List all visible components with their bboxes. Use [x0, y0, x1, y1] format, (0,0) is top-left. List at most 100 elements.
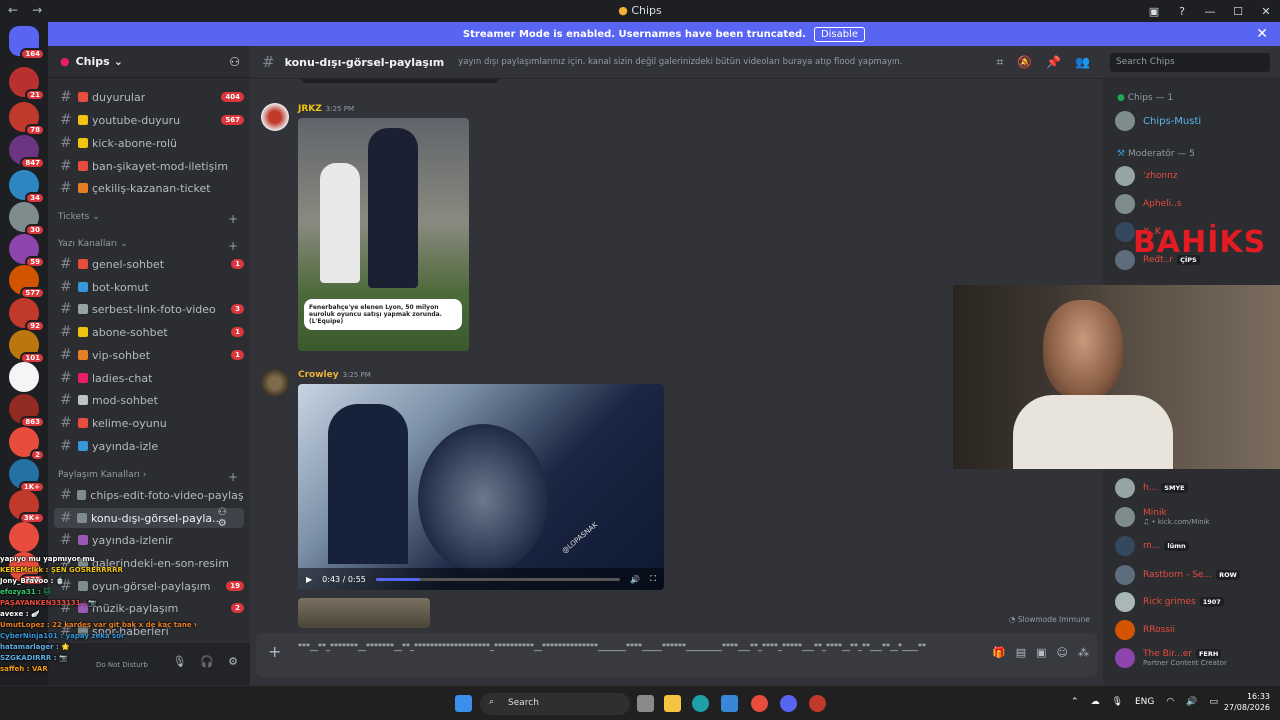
- server-icon[interactable]: 101: [9, 330, 45, 364]
- member-item[interactable]: 'zhonnz: [1115, 166, 1275, 186]
- chrome-icon[interactable]: [751, 695, 768, 712]
- apps-icon[interactable]: ⁂: [1078, 646, 1089, 659]
- channel-item[interactable]: # bot-komut: [54, 277, 244, 297]
- language-indicator[interactable]: ENG: [1135, 697, 1154, 707]
- member-item[interactable]: Rick grimes 1907: [1115, 592, 1275, 612]
- add-channel-icon[interactable]: +: [228, 470, 238, 484]
- member-item[interactable]: The Bir...er FERH Partner Content Creator: [1115, 648, 1275, 668]
- channel-item[interactable]: # yayında-izlenir: [54, 530, 244, 550]
- channel-item[interactable]: # yayında-izle: [54, 436, 244, 456]
- member-item[interactable]: h... SMYE: [1115, 478, 1275, 498]
- server-icon[interactable]: [9, 522, 39, 552]
- clock[interactable]: 16:33 27/08/2026: [1224, 691, 1270, 713]
- chevron-up-icon[interactable]: ⌃: [1071, 697, 1079, 707]
- message-input[interactable]: ***__**_*******__*******__**_***********…: [298, 640, 958, 653]
- channel-item[interactable]: # ladies-chat: [54, 368, 244, 388]
- store-icon[interactable]: [721, 695, 738, 712]
- channel-item[interactable]: # serbest-link-foto-video 3: [54, 299, 244, 319]
- member-item[interactable]: Apheli..s: [1115, 194, 1275, 214]
- message-image[interactable]: Fenerbahçe'ye elenen Lyon, 50 milyon eur…: [298, 118, 469, 351]
- message-composer[interactable]: + ***__**_*******__*******__**_*********…: [256, 633, 1097, 677]
- edge-icon[interactable]: [692, 695, 709, 712]
- add-channel-icon[interactable]: +: [228, 239, 238, 253]
- gif-icon[interactable]: ▤: [1016, 646, 1026, 659]
- channel-item[interactable]: # abone-sohbet 1: [54, 322, 244, 342]
- server-header[interactable]: ● Chips ⌄ ⚇: [48, 46, 250, 78]
- channel-item[interactable]: # kelime-oyunu: [54, 413, 244, 433]
- channel-item[interactable]: # ban-şikayet-mod-iletişim: [54, 156, 244, 176]
- server-icon[interactable]: 30: [9, 202, 45, 236]
- minimize-button[interactable]: —: [1196, 0, 1224, 22]
- server-icon[interactable]: 34: [9, 170, 45, 204]
- gear-icon[interactable]: ⚙: [228, 655, 238, 668]
- server-icon[interactable]: 59: [9, 234, 45, 268]
- channel-item[interactable]: # youtube-duyuru 567: [54, 110, 244, 130]
- server-icon[interactable]: 577: [9, 265, 45, 299]
- file-explorer-icon[interactable]: [664, 695, 681, 712]
- headphones-icon[interactable]: 🎧: [200, 655, 214, 668]
- server-icon[interactable]: 164: [9, 26, 45, 60]
- channel-item[interactable]: # konu-dışı-görsel-payla... ⚇ ⚙: [54, 507, 244, 529]
- avatar[interactable]: [261, 103, 289, 131]
- wifi-icon[interactable]: ◠: [1166, 697, 1174, 707]
- fullscreen-icon[interactable]: ⛶: [650, 574, 656, 584]
- maximize-button[interactable]: ☐: [1224, 0, 1252, 22]
- play-icon[interactable]: ▶: [306, 575, 312, 584]
- bell-muted-icon[interactable]: 🔕: [1017, 55, 1032, 70]
- channel-item[interactable]: # chips-edit-foto-video-paylaş...: [54, 485, 244, 505]
- banner-close-icon[interactable]: ✕: [1256, 26, 1268, 42]
- add-channel-icon[interactable]: +: [228, 212, 238, 226]
- obs-icon[interactable]: [809, 695, 826, 712]
- threads-icon[interactable]: ⌗: [996, 55, 1003, 70]
- add-member-icon[interactable]: ⚇: [229, 55, 240, 69]
- server-icon[interactable]: [9, 362, 39, 392]
- help-icon[interactable]: ?: [1168, 0, 1196, 22]
- channel-item[interactable]: # genel-sohbet 1: [54, 254, 244, 274]
- microphone-icon[interactable]: 🎙: [1112, 697, 1123, 707]
- member-list-icon[interactable]: 👥: [1075, 55, 1090, 70]
- server-icon[interactable]: 78: [9, 102, 45, 136]
- video-player[interactable]: @LOPASNAK ▶ 0:43 / 0:55 🔊 ⛶: [298, 384, 664, 590]
- volume-icon[interactable]: 🔊: [630, 575, 640, 584]
- server-icon[interactable]: 847: [9, 135, 45, 169]
- category-paylasim[interactable]: Paylaşım Kanalları › +: [58, 470, 238, 484]
- server-icon[interactable]: 3K+: [9, 490, 45, 524]
- close-button[interactable]: ✕: [1252, 0, 1280, 22]
- channel-item[interactable]: # duyurular 404: [54, 87, 244, 107]
- channel-item[interactable]: # kick-abone-rolü: [54, 133, 244, 153]
- message-image[interactable]: [298, 598, 430, 628]
- channel-topic[interactable]: yayın dışı paylaşımlarınız için. kanal s…: [458, 57, 902, 67]
- inbox-icon[interactable]: ▣: [1140, 0, 1168, 22]
- member-item[interactable]: Chips-Musti: [1115, 111, 1275, 131]
- message-author[interactable]: Crowley 3:25 PM: [298, 370, 371, 380]
- member-item[interactable]: m... lümn: [1115, 536, 1275, 556]
- channel-item[interactable]: # vip-sohbet 1: [54, 345, 244, 365]
- server-icon[interactable]: 1K+: [9, 459, 45, 493]
- member-item[interactable]: Rastborn - Se... ROW: [1115, 565, 1275, 585]
- discord-icon[interactable]: [780, 695, 797, 712]
- add-attachment-icon[interactable]: +: [268, 642, 281, 661]
- member-item[interactable]: RRossii: [1115, 620, 1275, 640]
- disable-button[interactable]: Disable: [813, 26, 866, 42]
- server-icon[interactable]: 2: [9, 427, 45, 461]
- gift-icon[interactable]: 🎁: [992, 646, 1006, 659]
- pin-icon[interactable]: 📌: [1046, 55, 1061, 70]
- windows-start-icon[interactable]: [455, 695, 472, 712]
- sticker-icon[interactable]: ▣: [1036, 646, 1046, 659]
- search-input[interactable]: Search Chips: [1110, 53, 1270, 72]
- taskbar-search[interactable]: ⌕ Search: [480, 693, 630, 715]
- avatar[interactable]: [261, 369, 289, 397]
- channel-settings-icon[interactable]: ⚇ ⚙: [218, 507, 238, 529]
- category-tickets[interactable]: Tickets ⌄ +: [58, 212, 238, 226]
- member-item[interactable]: Minik ♫ • kick.com/Minik: [1115, 507, 1275, 527]
- server-icon[interactable]: 863: [9, 394, 45, 428]
- message-author[interactable]: JRKZ 3:25 PM: [298, 104, 354, 114]
- volume-icon[interactable]: 🔊: [1186, 697, 1197, 707]
- emoji-icon[interactable]: ☺: [1057, 646, 1068, 659]
- cloud-icon[interactable]: ☁: [1091, 697, 1100, 707]
- video-progress-bar[interactable]: [375, 577, 621, 581]
- server-icon[interactable]: 21: [9, 67, 45, 101]
- battery-icon[interactable]: ▭: [1209, 697, 1218, 707]
- channel-item[interactable]: # çekiliş-kazanan-ticket: [54, 178, 244, 198]
- task-view-icon[interactable]: [637, 695, 654, 712]
